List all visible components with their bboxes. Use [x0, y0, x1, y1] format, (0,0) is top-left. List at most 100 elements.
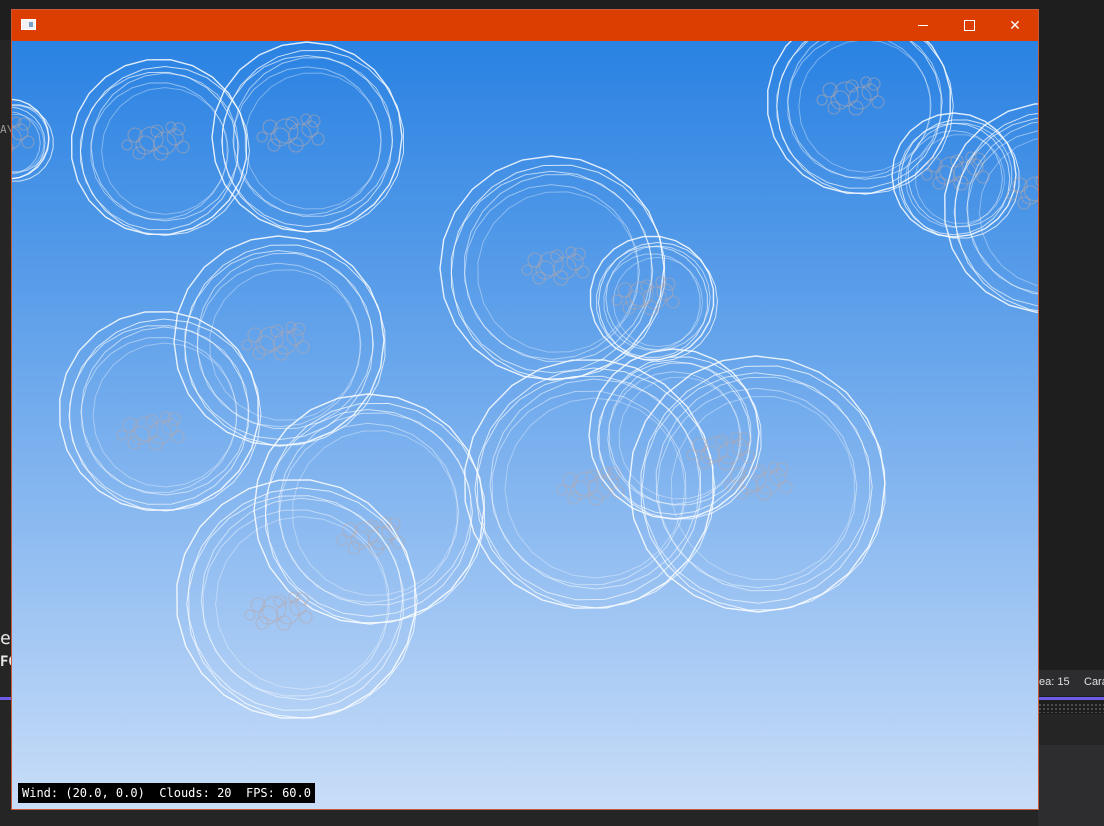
cloud-puff — [532, 271, 546, 285]
cloud — [439, 155, 666, 381]
cloud-ring — [798, 41, 932, 173]
cloud-ring — [80, 326, 250, 496]
cloud-ring — [504, 397, 686, 579]
cloud-puff — [697, 456, 711, 470]
cloud-puff — [816, 94, 828, 106]
cloud-puff — [12, 126, 22, 150]
cloud-puff — [241, 339, 253, 351]
minimize-button[interactable] — [900, 10, 946, 41]
cloud-puff — [252, 346, 266, 360]
cloud-puff — [932, 176, 946, 190]
cloud-puff — [1017, 196, 1031, 210]
ide-lower-panel-right — [1038, 745, 1104, 826]
cloud-puff — [553, 256, 577, 280]
cloud-puff — [171, 430, 185, 444]
cloud — [628, 355, 886, 613]
cloud — [211, 41, 405, 233]
cloud-puff — [12, 143, 14, 153]
cloud-ring — [776, 41, 954, 195]
cloud — [767, 41, 954, 195]
close-button[interactable]: ✕ — [992, 10, 1038, 41]
clouds-layer — [12, 41, 1038, 719]
cloud-puff — [953, 161, 977, 185]
cloud-ring — [69, 325, 249, 505]
cloud-ring — [202, 509, 390, 697]
cloud-puff — [588, 476, 612, 500]
cloud — [588, 348, 762, 520]
cloud-ring — [618, 376, 742, 500]
cloud-puff — [779, 480, 793, 494]
cloud-puff — [267, 138, 281, 152]
cloud-ring — [59, 311, 259, 511]
cloud-puff — [848, 86, 872, 110]
cloud-puff — [132, 146, 146, 160]
cloud-puff — [255, 616, 269, 630]
cloud-puff — [643, 286, 667, 310]
maximize-button[interactable] — [946, 10, 992, 41]
cloud-puff — [921, 169, 933, 181]
cloud-puff — [556, 484, 568, 496]
cloud-puff — [127, 436, 141, 450]
cloud-puff — [666, 295, 680, 309]
cloud-ring — [173, 235, 385, 447]
cloud-puff — [347, 541, 361, 555]
ide-dotted-area — [1038, 703, 1104, 713]
cloud-ring — [608, 362, 752, 506]
cloud-ring — [183, 249, 375, 441]
cloud-ring — [186, 487, 418, 719]
status-hud: Wind: (20.0, 0.0) Clouds: 20 FPS: 60.0 — [18, 783, 315, 803]
cloud-ring — [70, 58, 248, 236]
cloud — [176, 479, 418, 719]
cloud-ring — [464, 174, 652, 362]
cloud-puff — [256, 131, 268, 143]
cloud-ring — [68, 318, 262, 512]
cloud-puff — [576, 265, 590, 279]
cloud-puff — [299, 610, 313, 624]
cloud-ring — [232, 66, 382, 216]
cloud-puff — [12, 116, 22, 128]
cloud-ring — [101, 87, 229, 215]
cloud-puff — [827, 101, 841, 115]
cloud — [12, 98, 54, 182]
cloud-ring — [464, 359, 714, 609]
cloud-puff — [244, 609, 256, 621]
ide-status-item: Cara — [1084, 676, 1104, 688]
cloud — [589, 235, 719, 363]
cloud-puff — [296, 340, 310, 354]
cloud-ring — [450, 170, 654, 374]
cloud-puff — [273, 331, 297, 355]
cloud-puff — [148, 421, 172, 445]
ide-status-item: ea: 15 — [1039, 676, 1070, 688]
window-app-icon — [21, 19, 36, 30]
cloud-ring — [196, 262, 362, 428]
title-bar[interactable]: ✕ — [12, 10, 1038, 41]
cloud-puff — [176, 140, 190, 154]
cloud-simulation-canvas[interactable]: Wind: (20.0, 0.0) Clouds: 20 FPS: 60.0 — [12, 41, 1038, 809]
cloud-puff — [116, 429, 128, 441]
cloud-puff — [153, 131, 177, 155]
cloud-puff — [756, 471, 780, 495]
cloud-puff — [871, 95, 885, 109]
cloud-puff — [21, 135, 35, 149]
cloud-ring — [220, 54, 394, 228]
minimize-icon — [918, 25, 928, 26]
cloud-ring — [907, 122, 1013, 228]
cloud-ring — [767, 41, 951, 194]
cloud-puff — [276, 601, 300, 625]
cloud-puff — [288, 123, 312, 147]
cloud-puff — [567, 491, 581, 505]
cloud-puff — [521, 264, 533, 276]
cloud-puff — [121, 139, 133, 151]
cloud — [59, 311, 262, 512]
cloud-puff — [976, 170, 990, 184]
cloud-ring — [215, 516, 389, 690]
cloud-puff — [718, 441, 742, 465]
app-window: ✕ Wind: (20.0, 0.0) Clouds: 20 FPS: 60.0 — [12, 10, 1038, 809]
cloud-puff — [336, 534, 348, 546]
cloud-ring — [92, 342, 238, 488]
maximize-icon — [963, 20, 975, 31]
cloud-puff — [611, 485, 625, 499]
cloud-puff — [311, 132, 325, 146]
close-icon: ✕ — [1009, 17, 1021, 34]
cloud — [173, 235, 386, 447]
